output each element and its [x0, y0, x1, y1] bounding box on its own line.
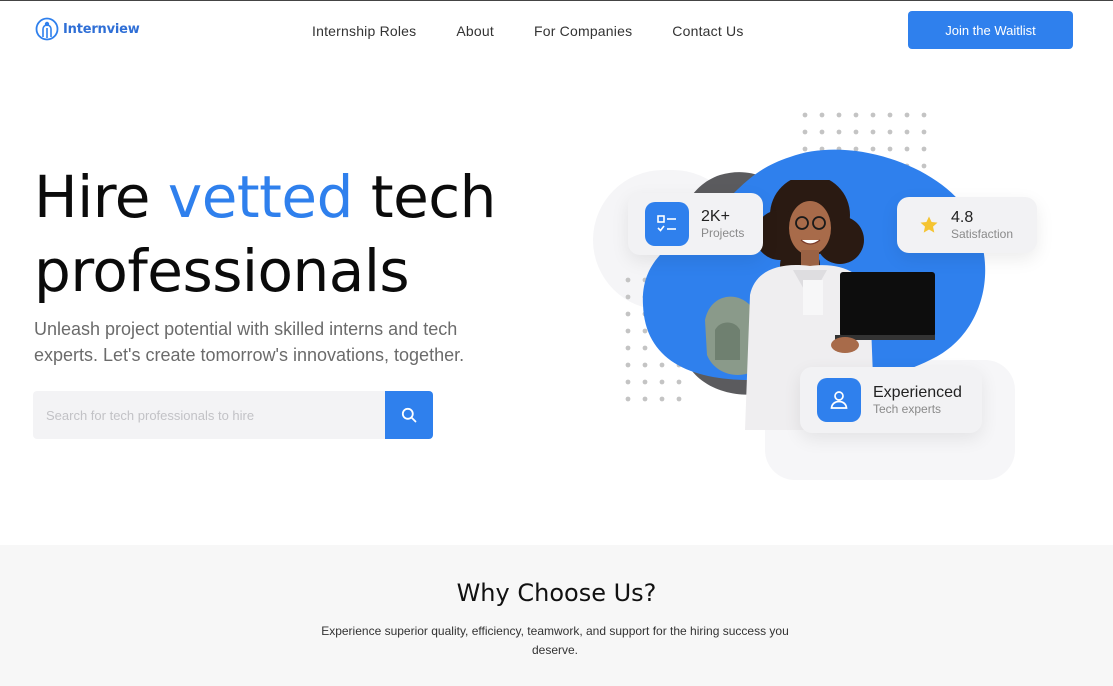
experience-value: Experienced — [873, 384, 962, 401]
projects-label: Projects — [701, 226, 745, 240]
user-icon — [817, 378, 861, 422]
stat-card-experience: Experienced Tech experts — [800, 367, 982, 433]
brand-logo[interactable]: Internview — [35, 17, 140, 41]
search-bar — [33, 391, 433, 439]
nav-links: Internship Roles About For Companies Con… — [312, 23, 784, 39]
search-input[interactable] — [33, 391, 385, 439]
hero-illustration: 2K+ Projects 4.8 Satisfaction Experience… — [590, 100, 1050, 490]
stat-card-rating: 4.8 Satisfaction — [897, 197, 1037, 253]
hero-title-part2: tech — [352, 163, 497, 231]
checklist-icon — [645, 202, 689, 246]
projects-value: 2K+ — [701, 208, 730, 225]
rating-label: Satisfaction — [951, 227, 1014, 241]
experience-label: Tech experts — [873, 402, 942, 416]
brand-name: Internview — [63, 21, 140, 37]
stat-card-projects: 2K+ Projects — [628, 193, 763, 255]
hero-title-accent: vetted — [167, 163, 354, 231]
why-title: Why Choose Us? — [456, 579, 657, 607]
hero-title-line2: professionals — [34, 237, 410, 305]
top-nav: Internview Internship Roles About For Co… — [0, 1, 1113, 61]
hero-title: Hire vetted tech professionals — [34, 160, 496, 308]
logo-icon — [35, 17, 59, 41]
rating-value: 4.8 — [951, 209, 974, 226]
join-waitlist-button[interactable]: Join the Waitlist — [908, 11, 1073, 49]
search-button[interactable] — [385, 391, 433, 439]
why-choose-us-section: Why Choose Us? Experience superior quali… — [0, 545, 1113, 686]
search-icon — [401, 407, 417, 423]
nav-link-about[interactable]: About — [456, 23, 494, 39]
nav-link-for-companies[interactable]: For Companies — [534, 23, 632, 39]
hero-title-part1: Hire — [34, 163, 168, 231]
star-icon — [920, 216, 938, 233]
nav-link-internship-roles[interactable]: Internship Roles — [312, 23, 416, 39]
why-subtitle: Experience superior quality, efficiency,… — [321, 624, 789, 657]
nav-link-contact-us[interactable]: Contact Us — [672, 23, 743, 39]
hero-subtitle: Unleash project potential with skilled i… — [34, 319, 465, 365]
